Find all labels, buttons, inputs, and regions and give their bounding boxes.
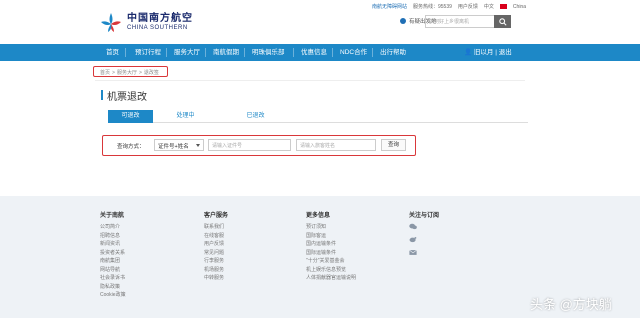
footer-service: 客户服务 联系我们 在线客服 用户反馈 常见问题 行李服务 机场服务 中转服务 [204, 210, 228, 283]
query-method-select[interactable]: 证件号+姓名 [154, 139, 204, 151]
logo-english-name: CHINA SOUTHERN [127, 24, 188, 31]
tab-completed[interactable]: 已退改 [238, 110, 273, 123]
footer-link[interactable]: 机场服务 [204, 266, 228, 275]
site-header: 中国南方航空 CHINA SOUTHERN 南航无障碍网站 服务热线：95539… [0, 0, 640, 44]
tab-refundable[interactable]: 可退改 [108, 110, 153, 123]
footer-link[interactable]: 国际运输条件 [306, 249, 356, 258]
footer-link[interactable]: 行李服务 [204, 257, 228, 266]
page: 中国南方航空 CHINA SOUTHERN 南航无障碍网站 服务热线：95539… [0, 0, 640, 318]
user-login-label: 旧以月 | 退出 [473, 49, 512, 56]
nav-divider [205, 48, 206, 57]
nav-pearl-club[interactable]: 明珠俱乐部 [252, 44, 285, 61]
footer-link[interactable]: 人体捐献器官运输说明 [306, 274, 356, 283]
nav-divider [372, 48, 373, 57]
footer-more-title: 更多信息 [306, 213, 331, 219]
nav-service-hall[interactable]: 服务大厅 [174, 44, 200, 61]
footer-link[interactable]: 公司简介 [100, 223, 126, 232]
breadcrumb: 首页 > 服务大厅 > 退改签 [100, 69, 159, 76]
airline-logo[interactable]: 中国南方航空 CHINA SOUTHERN [100, 11, 193, 33]
divider [95, 80, 525, 81]
footer-link[interactable]: 投资者关系 [100, 249, 126, 258]
user-icon: 👤 [464, 49, 473, 56]
footer-service-title: 客户服务 [204, 213, 229, 219]
email-icon[interactable] [409, 249, 417, 256]
footer-link[interactable]: 新闻资讯 [100, 240, 126, 249]
footer-link[interactable]: 招聘信息 [100, 232, 126, 241]
breadcrumb-separator: > [112, 70, 115, 76]
query-method-value: 证件号+姓名 [158, 144, 189, 150]
footer-link[interactable]: 社会录诉书 [100, 274, 126, 283]
footer-link[interactable]: 南航集团 [100, 257, 126, 266]
user-login-link[interactable]: 👤 旧以月 | 退出 [464, 44, 512, 61]
main-nav: 首页 预订行程 服务大厅 南航假期 明珠俱乐部 优惠信息 NDC合作 出行帮助 … [0, 44, 640, 61]
passenger-name-input[interactable]: 请输入旅客姓名 [296, 139, 376, 151]
search-icon [498, 17, 507, 26]
china-flag-icon [499, 4, 507, 9]
query-button[interactable]: 查询 [381, 139, 406, 151]
query-method-label: 查询方式： [117, 144, 145, 150]
accessible-site-link[interactable]: 南航无障碍网站 [372, 3, 407, 10]
footer-link[interactable]: 国内运输条件 [306, 240, 356, 249]
footer-about-title: 关于南航 [100, 213, 125, 219]
nav-ndc[interactable]: NDC合作 [340, 44, 367, 61]
footer-more: 更多信息 预订须知 国际客运 国内运输条件 国际运输条件 "十分"关爱基金会 机… [306, 210, 356, 283]
breadcrumb-service[interactable]: 服务大厅 [117, 70, 137, 76]
nav-home[interactable]: 首页 [106, 44, 119, 61]
nav-travel-help[interactable]: 出行帮助 [380, 44, 406, 61]
site-search-input[interactable]: 如何好上乡很离机 [425, 15, 495, 28]
nav-divider [166, 48, 167, 57]
status-tabs: 可退改 处理中 已退改 [108, 110, 528, 123]
footer-link[interactable]: 国际客运 [306, 232, 356, 241]
footer-link[interactable]: 常见问题 [204, 249, 228, 258]
tab-processing[interactable]: 处理中 [168, 110, 203, 123]
id-number-input[interactable]: 请输入证件号 [208, 139, 291, 151]
weibo-icon[interactable] [409, 236, 417, 243]
footer-link[interactable]: 机上娱乐信息预览 [306, 266, 356, 275]
page-title: 机票退改 [107, 92, 147, 103]
wechat-icon[interactable] [409, 223, 417, 230]
nav-divider [244, 48, 245, 57]
nav-divider [293, 48, 294, 57]
nav-holidays[interactable]: 南航假期 [213, 44, 239, 61]
footer-link[interactable]: "十分"关爱基金会 [306, 257, 356, 266]
nav-divider [125, 48, 126, 57]
country-selector[interactable]: China [513, 4, 526, 10]
language-link[interactable]: 中文 [484, 3, 494, 10]
nav-divider [332, 48, 333, 57]
title-accent-bar [101, 90, 103, 100]
search-button[interactable] [494, 15, 511, 28]
footer-link[interactable]: 预订须知 [306, 223, 356, 232]
top-links: 南航无障碍网站 服务热线：95539 用户反馈 中文 China [366, 3, 526, 11]
watermark: 头条 @方块躺 [530, 297, 612, 312]
logo-text: 中国南方航空 CHINA SOUTHERN [127, 13, 193, 32]
footer-about: 关于南航 公司简介 招聘信息 新闻资讯 投资者关系 南航集团 网站导航 社会录诉… [100, 210, 126, 300]
nav-booking[interactable]: 预订行程 [135, 44, 161, 61]
footer-link[interactable]: Cookie政策 [100, 291, 126, 300]
logo-chinese-name: 中国南方航空 [127, 12, 193, 24]
footer-link[interactable]: 隐私政策 [100, 283, 126, 292]
chevron-down-icon [196, 144, 200, 147]
footer-link[interactable]: 网站导航 [100, 266, 126, 275]
footer-link[interactable]: 联系我们 [204, 223, 228, 232]
location-pin-icon [400, 18, 406, 24]
breadcrumb-separator: > [138, 70, 142, 76]
nav-promotions[interactable]: 优惠信息 [301, 44, 327, 61]
footer-link[interactable]: 在线客服 [204, 232, 228, 241]
breadcrumb-current: 退改签 [143, 70, 159, 76]
footer-link[interactable]: 中转服务 [204, 274, 228, 283]
feedback-link[interactable]: 用户反馈 [458, 3, 478, 10]
footer-link[interactable]: 用户反馈 [204, 240, 228, 249]
kapok-flower-logo-icon [100, 11, 122, 33]
breadcrumb-home[interactable]: 首页 [100, 70, 110, 76]
footer-follow-title: 关注与订阅 [409, 213, 440, 219]
hotline-text: 服务热线：95539 [412, 4, 452, 10]
footer-follow: 关注与订阅 [409, 210, 439, 262]
